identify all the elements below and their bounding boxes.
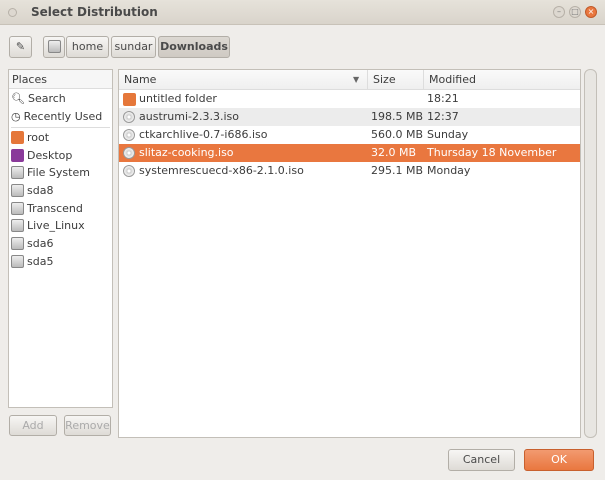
- title-bar: Select Distribution – □ ×: [0, 0, 605, 25]
- file-name: systemrescuecd-x86-2.1.0.iso: [139, 164, 304, 177]
- column-header-name[interactable]: Name ▼: [119, 70, 368, 90]
- path-sundar-button[interactable]: sundar: [111, 36, 156, 58]
- separator: [11, 127, 110, 128]
- drive-icon: [11, 255, 24, 268]
- cancel-button[interactable]: Cancel: [448, 449, 515, 471]
- maximize-button[interactable]: □: [569, 6, 581, 18]
- file-size: 295.1 MB: [371, 164, 424, 177]
- folder-icon: [123, 93, 136, 106]
- file-modified: 12:37: [427, 110, 459, 123]
- place-file-system[interactable]: File System: [11, 164, 90, 181]
- column-header-modified[interactable]: Modified: [424, 70, 580, 90]
- drive-icon: [11, 219, 24, 232]
- place-label: Search: [27, 92, 66, 105]
- search-icon: 🔍︎: [11, 92, 25, 105]
- path-downloads-button[interactable]: Downloads: [158, 36, 230, 58]
- place-label: sda5: [27, 255, 54, 268]
- file-modified: Monday: [427, 164, 471, 177]
- place-sda5[interactable]: sda5: [11, 253, 53, 270]
- add-place-button[interactable]: Add: [9, 415, 57, 436]
- file-name: austrumi-2.3.3.iso: [139, 110, 239, 123]
- window-menu-icon[interactable]: [8, 8, 17, 17]
- place-sda6[interactable]: sda6: [11, 235, 53, 252]
- file-row[interactable]: ctkarchlive-0.7-i686.iso 560.0 MB Sunday: [119, 126, 580, 144]
- disc-image-icon: [123, 165, 135, 177]
- place-root[interactable]: root: [11, 129, 49, 146]
- drive-icon: [11, 166, 24, 179]
- file-list: Name ▼ Size Modified untitled folder 18:21…: [118, 69, 581, 438]
- disc-image-icon: [123, 147, 135, 159]
- column-label: Name: [124, 73, 157, 86]
- place-transcend[interactable]: Transcend: [11, 200, 83, 217]
- place-label: root: [27, 131, 50, 144]
- desktop-icon: [11, 149, 24, 162]
- place-label: Transcend: [27, 202, 83, 215]
- file-name: untitled folder: [139, 92, 217, 105]
- file-row[interactable]: untitled folder 18:21: [119, 90, 580, 108]
- file-row[interactable]: systemrescuecd-x86-2.1.0.iso 295.1 MB Mond…: [119, 162, 580, 180]
- drive-icon: [11, 184, 24, 197]
- place-desktop[interactable]: Desktop: [11, 147, 72, 164]
- place-search[interactable]: 🔍︎ Search: [11, 90, 66, 107]
- disc-image-icon: [123, 111, 135, 123]
- minimize-button[interactable]: –: [553, 6, 565, 18]
- places-header[interactable]: Places: [9, 70, 112, 89]
- type-location-button[interactable]: ✎: [9, 36, 32, 58]
- place-label: sda6: [27, 237, 54, 250]
- ok-button[interactable]: OK: [524, 449, 594, 471]
- drive-icon: [47, 40, 61, 53]
- place-live-linux[interactable]: Live_Linux: [11, 217, 85, 234]
- place-label: sda8: [27, 184, 54, 197]
- place-recently-used[interactable]: ◷ Recently Used: [11, 108, 102, 125]
- file-name: slitaz-cooking.iso: [139, 146, 234, 159]
- file-size: 32.0 MB: [371, 146, 417, 159]
- vertical-scrollbar[interactable]: [584, 69, 597, 438]
- place-label: Desktop: [27, 149, 73, 162]
- file-modified: 18:21: [427, 92, 459, 105]
- pencil-icon: ✎: [15, 40, 26, 53]
- place-label: Recently Used: [23, 110, 103, 123]
- drive-icon: [11, 202, 24, 215]
- column-header-size[interactable]: Size: [368, 70, 424, 90]
- file-modified: Sunday: [427, 128, 469, 141]
- path-root-button[interactable]: [43, 36, 65, 58]
- file-row[interactable]: austrumi-2.3.3.iso 198.5 MB 12:37: [119, 108, 580, 126]
- file-size: 560.0 MB: [371, 128, 424, 141]
- disc-image-icon: [123, 129, 135, 141]
- drive-icon: [11, 237, 24, 250]
- place-label: File System: [27, 166, 90, 179]
- places-pane: Places 🔍︎ Search ◷ Recently Used root Desk…: [8, 69, 113, 408]
- window-title: Select Distribution: [31, 5, 158, 19]
- home-folder-icon: [11, 131, 24, 144]
- path-home-button[interactable]: home: [66, 36, 109, 58]
- file-row[interactable]: slitaz-cooking.iso 32.0 MB Thursday 18 Nov…: [119, 144, 580, 177]
- remove-place-button[interactable]: Remove: [64, 415, 111, 436]
- file-size: 198.5 MB: [371, 110, 424, 123]
- sort-descending-icon: ▼: [353, 75, 360, 84]
- file-name: ctkarchlive-0.7-i686.iso: [139, 128, 268, 141]
- clock-icon: ◷: [11, 110, 21, 123]
- place-label: Live_Linux: [27, 219, 85, 232]
- place-sda8[interactable]: sda8: [11, 182, 53, 199]
- close-button[interactable]: ×: [585, 6, 597, 18]
